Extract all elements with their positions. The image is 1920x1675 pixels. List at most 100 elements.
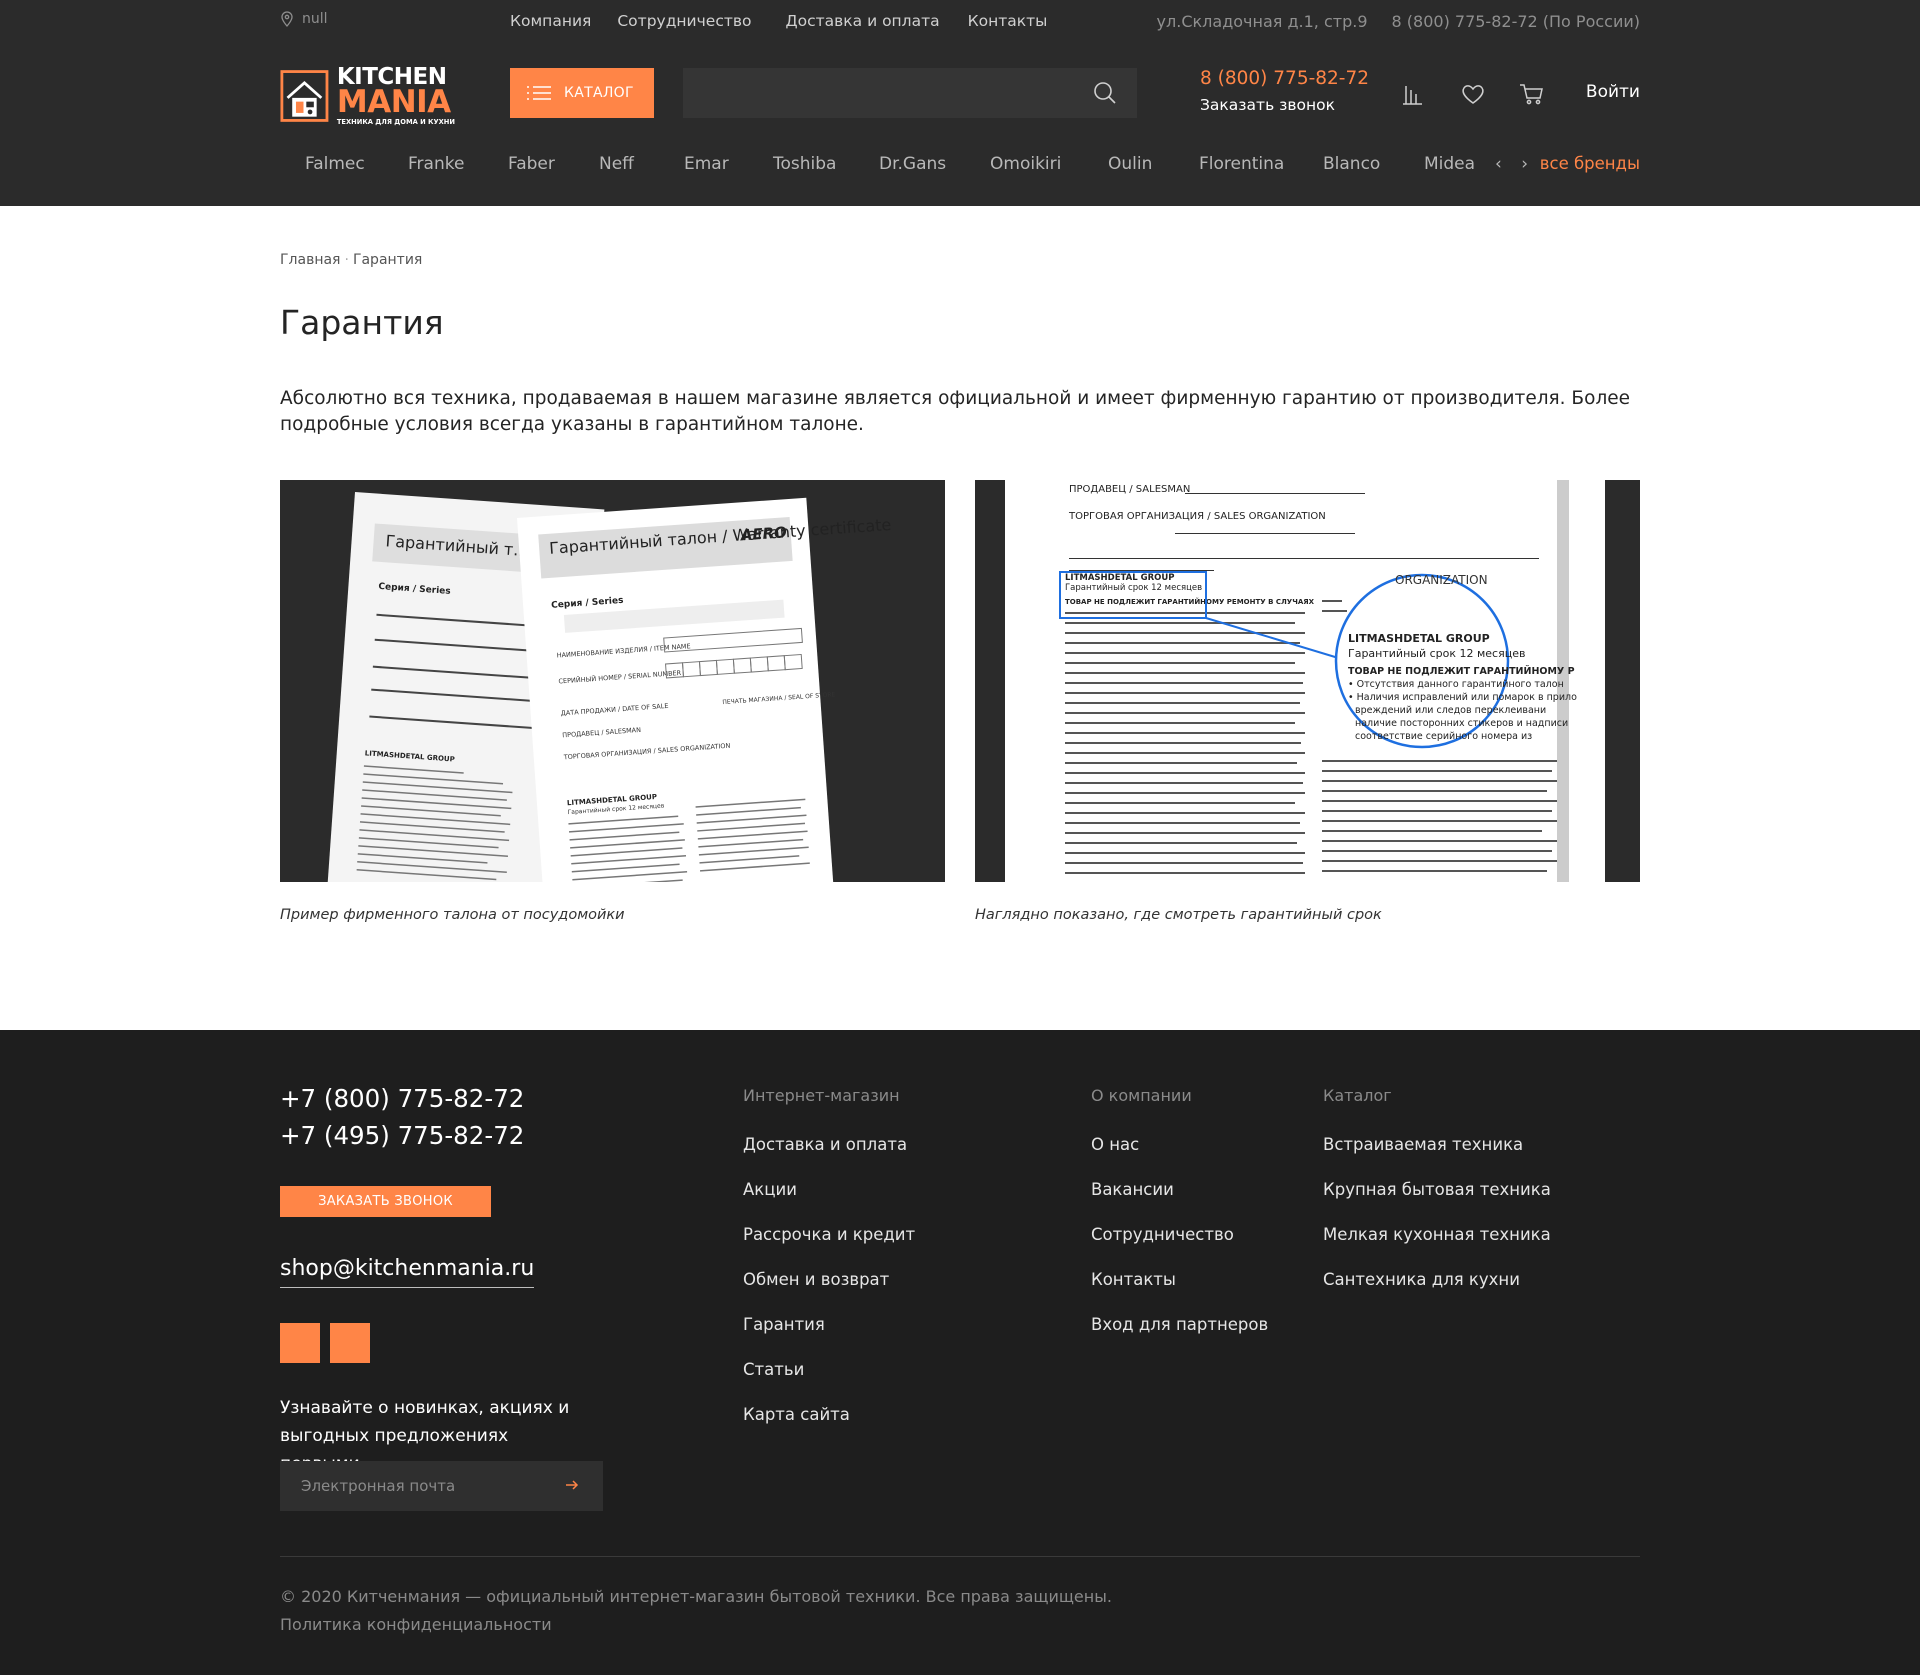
- figure-caption-period: Наглядно показано, где смотреть гарантий…: [975, 907, 1382, 923]
- top-nav-contacts[interactable]: Контакты: [968, 12, 1048, 30]
- warranty-card-illustration: Гарантийный т... Warranty certifi... Сер…: [280, 480, 945, 882]
- footer-link[interactable]: Вход для партнеров: [1091, 1315, 1268, 1360]
- arrow-right-icon[interactable]: [565, 1478, 579, 1492]
- site-header: null Компания Сотрудничество Доставка и …: [0, 0, 1920, 206]
- page-title: Гарантия: [280, 303, 444, 342]
- search-input[interactable]: [683, 68, 1137, 118]
- footer-divider: [280, 1556, 1640, 1557]
- brand-link-blanco[interactable]: Blanco: [1323, 154, 1380, 174]
- footer-link[interactable]: Рассрочка и кредит: [743, 1225, 915, 1270]
- brand-link-drgans[interactable]: Dr.Gans: [879, 154, 946, 174]
- top-contact-info: ул.Складочная д.1, стр.9 8 (800) 775-82-…: [1157, 12, 1640, 31]
- header-icons: [1400, 80, 1577, 108]
- location-pin-icon: [281, 11, 293, 27]
- catalog-button-label: КАТАЛОГ: [564, 85, 634, 101]
- brand-link-franke[interactable]: Franke: [408, 154, 464, 174]
- breadcrumb-home[interactable]: Главная: [280, 252, 340, 268]
- zoom-line-3: ТОВАР НЕ ПОДЛЕЖИТ ГАРАНТИЙНОМУ Р: [1348, 665, 1575, 677]
- footer-link[interactable]: Сантехника для кухни: [1323, 1270, 1551, 1315]
- footer-column-title: Каталог: [1323, 1086, 1392, 1105]
- footer-phone-1[interactable]: +7 (800) 775-82-72: [280, 1084, 524, 1113]
- intro-text: Абсолютно вся техника, продаваемая в наш…: [280, 388, 1631, 435]
- breadcrumb-separator: ·: [344, 252, 349, 268]
- doc-salesman: ПРОДАВЕЦ / SALESMAN: [1069, 484, 1190, 495]
- footer-callback-button[interactable]: ЗАКАЗАТЬ ЗВОНОК: [280, 1186, 491, 1217]
- footer-link[interactable]: Гарантия: [743, 1315, 915, 1360]
- top-phone[interactable]: 8 (800) 775-82-72 (По России): [1392, 12, 1640, 31]
- brands-next-icon[interactable]: ›: [1521, 154, 1528, 174]
- breadcrumb-current: Гарантия: [352, 252, 423, 268]
- footer-link[interactable]: Карта сайта: [743, 1405, 915, 1450]
- location-selector[interactable]: null: [280, 11, 328, 27]
- logo-text: KITCHEN MANIA ТЕХНИКА ДЛЯ ДОМА И КУХНИ: [337, 66, 455, 126]
- top-nav-delivery[interactable]: Доставка и оплата: [786, 12, 940, 30]
- footer-link[interactable]: Обмен и возврат: [743, 1270, 915, 1315]
- footer-email-link[interactable]: shop@kitchenmania.ru: [280, 1256, 535, 1288]
- figure-caption-example: Пример фирменного талона от посудомойки: [280, 907, 625, 923]
- footer-column-catalog: Каталог Встраиваемая техника Крупная быт…: [1323, 1086, 1551, 1315]
- brand-link-toshiba[interactable]: Toshiba: [773, 154, 836, 174]
- all-brands-link[interactable]: все бренды: [1540, 154, 1640, 173]
- zoom-line-1: LITMASHDETAL GROUP: [1348, 632, 1490, 645]
- brand-link-omoikiri[interactable]: Omoikiri: [990, 154, 1061, 174]
- brand-link-emar[interactable]: Emar: [684, 154, 729, 174]
- top-nav-cooperation[interactable]: Сотрудничество: [617, 12, 751, 30]
- login-link[interactable]: Войти: [1586, 82, 1640, 102]
- footer-link[interactable]: Статьи: [743, 1360, 915, 1405]
- site-logo[interactable]: KITCHEN MANIA ТЕХНИКА ДЛЯ ДОМА И КУХНИ: [280, 66, 455, 126]
- top-address: ул.Складочная д.1, стр.9: [1156, 12, 1368, 31]
- footer-column-title: Интернет-магазин: [743, 1086, 900, 1105]
- header-contacts: 8 (800) 775-82-72 Заказать звонок: [1200, 68, 1369, 114]
- footer-link[interactable]: Мелкая кухонная техника: [1323, 1225, 1551, 1270]
- location-label: null: [302, 11, 328, 27]
- footer-column-shop: Интернет-магазин Доставка и оплата Акции…: [743, 1086, 915, 1450]
- brand-link-neff[interactable]: Neff: [599, 154, 634, 174]
- newsletter-email-input[interactable]: [280, 1461, 603, 1511]
- footer-column-company: О компании О нас Вакансии Сотрудничество…: [1091, 1086, 1268, 1360]
- brands-prev-icon[interactable]: ‹: [1495, 154, 1502, 174]
- top-nav: Компания Сотрудничество Доставка и оплат…: [510, 12, 1073, 30]
- footer-link[interactable]: Крупная бытовая техника: [1323, 1180, 1551, 1225]
- zoom-line-2: Гарантийный срок 12 месяцев: [1348, 647, 1525, 660]
- catalog-button[interactable]: КАТАЛОГ: [510, 68, 654, 118]
- brand-link-faber[interactable]: Faber: [508, 154, 555, 174]
- social-button-2[interactable]: [330, 1323, 370, 1363]
- footer-link[interactable]: Доставка и оплата: [743, 1135, 915, 1180]
- doc-period: Гарантийный срок 12 месяцев: [1065, 583, 1202, 593]
- footer-link[interactable]: Контакты: [1091, 1270, 1268, 1315]
- logo-tagline: ТЕХНИКА ДЛЯ ДОМА И КУХНИ: [336, 118, 455, 127]
- brand-link-falmec[interactable]: Falmec: [305, 154, 365, 174]
- zoom-line-5: • Наличия исправлений или помарок в прил…: [1348, 692, 1577, 703]
- footer-link[interactable]: Сотрудничество: [1091, 1225, 1268, 1270]
- warranty-period-image: ПРОДАВЕЦ / SALESMAN ТОРГОВАЯ ОРГАНИЗАЦИЯ…: [975, 480, 1640, 882]
- privacy-policy-link[interactable]: Политика конфиденциальности: [280, 1615, 552, 1634]
- zoom-line-4: • Отсутствия данного гарантийного талон: [1348, 679, 1564, 690]
- kitchen-logo-icon: [280, 70, 329, 122]
- footer-link[interactable]: Акции: [743, 1180, 915, 1225]
- zoom-line-7: наличие посторонних стикеров и надписи: [1355, 718, 1568, 729]
- cart-icon[interactable]: [1518, 80, 1546, 108]
- zoom-top: ORGANIZATION: [1395, 573, 1488, 587]
- footer-link[interactable]: Встраиваемая техника: [1323, 1135, 1551, 1180]
- header-phone[interactable]: 8 (800) 775-82-72: [1200, 68, 1369, 89]
- logo-word-mania: MANIA: [336, 84, 451, 121]
- footer-copyright: © 2020 Китченмания — официальный интерне…: [280, 1587, 1112, 1606]
- search-icon[interactable]: [1093, 81, 1117, 105]
- favorites-heart-icon[interactable]: [1459, 80, 1487, 108]
- footer-column-title: О компании: [1091, 1086, 1192, 1105]
- warranty-period-illustration: ПРОДАВЕЦ / SALESMAN ТОРГОВАЯ ОРГАНИЗАЦИЯ…: [975, 480, 1640, 882]
- compare-icon[interactable]: [1400, 80, 1428, 108]
- top-nav-company[interactable]: Компания: [510, 12, 591, 30]
- newsletter-form: [280, 1461, 603, 1511]
- footer-phone-2[interactable]: +7 (495) 775-82-72: [280, 1121, 524, 1150]
- doc-group: LITMASHDETAL GROUP: [1065, 573, 1174, 583]
- footer-link[interactable]: Вакансии: [1091, 1180, 1268, 1225]
- social-button-1[interactable]: [280, 1323, 320, 1363]
- brand-link-florentina[interactable]: Florentina: [1199, 154, 1284, 174]
- zoom-line-8: соответствие серийного номера из: [1355, 731, 1532, 742]
- brand-link-oulin[interactable]: Oulin: [1108, 154, 1152, 174]
- header-callback-link[interactable]: Заказать звонок: [1200, 96, 1369, 114]
- footer-link[interactable]: О нас: [1091, 1135, 1268, 1180]
- brand-link-midea[interactable]: Midea: [1424, 154, 1475, 174]
- front-card-brand: AERO: [739, 523, 788, 544]
